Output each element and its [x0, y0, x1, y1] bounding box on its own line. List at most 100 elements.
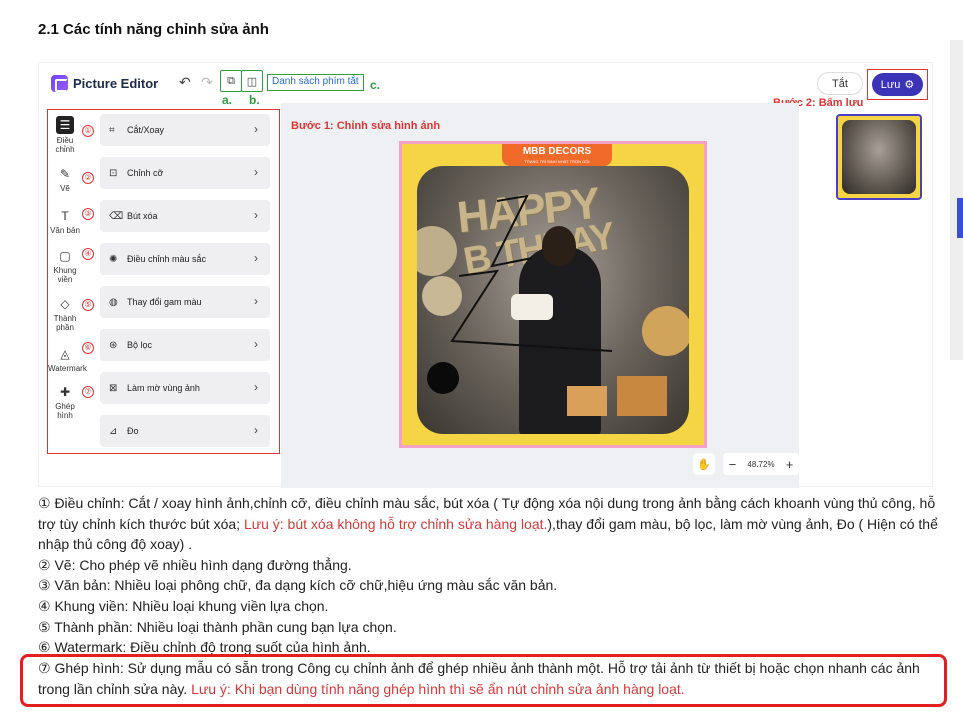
menu-filter[interactable]: ⊛ Bộ lọc › [100, 329, 270, 361]
scroll-marker [957, 198, 963, 238]
tool-rail: ☰ Điều chỉnh ✎ Vẽ T Văn bản ▢ Khung viền… [48, 110, 87, 453]
rail-label: Khung viền [53, 266, 77, 284]
rail-label: Điều chỉnh [55, 136, 75, 154]
hand-tool-icon[interactable]: ✋ [693, 453, 715, 475]
desc-item-6: ⑥ Watermark: Điều chỉnh độ trong suốt củ… [38, 639, 371, 656]
watermark-icon: ◬ [60, 347, 70, 361]
rail-item-components[interactable]: ◇ Thành phần [48, 296, 82, 332]
photo-frame[interactable]: MBB DECORS TRANG TRÍ SINH NHẬT TRỌN GÓI … [399, 141, 707, 448]
desc-item-7: ⑦ Ghép hình: Sử dụng mẫu có sẵn trong Cô… [38, 658, 934, 699]
rail-item-text[interactable]: T Văn bản [48, 208, 82, 235]
menu-label: Chỉnh cỡ [127, 168, 164, 178]
badge-1: ① [82, 125, 94, 137]
thumbnail-image [842, 120, 916, 194]
banner-title: MBB DECORS [522, 146, 592, 157]
text-icon: T [61, 209, 69, 223]
menu-crop-rotate[interactable]: ⌗ Cắt/Xoay › [100, 114, 270, 146]
menu-measure[interactable]: ⊿ Đo › [100, 415, 270, 447]
desc-item-3: ③ Văn bản: Nhiều loại phông chữ, đa dạng… [38, 577, 558, 594]
gear-icon: ⚙ [904, 79, 915, 91]
blur-icon: ⊠ [109, 382, 118, 394]
batch-edit-icon[interactable]: ⧉ [220, 70, 242, 92]
menu-color-adjust[interactable]: ✺ Điều chỉnh màu sắc › [100, 243, 270, 275]
rail-item-frame[interactable]: ▢ Khung viền [48, 248, 82, 284]
chevron-right-icon: › [254, 122, 258, 136]
desc-item-5: ⑤ Thành phần: Nhiều loại thành phần cung… [38, 618, 397, 635]
menu-label: Đo [127, 426, 139, 436]
chevron-right-icon: › [254, 165, 258, 179]
zoom-level: 48.72% [747, 459, 775, 469]
annotation-a: a. [222, 93, 233, 107]
page-title: 2.1 Các tính năng chỉnh sửa ảnh [38, 21, 269, 38]
zoom-control: − 48.72% + [723, 453, 799, 475]
eraser-icon: ⌫ [109, 210, 124, 222]
chevron-right-icon: › [254, 423, 258, 437]
tool-panel: ☰ Điều chỉnh ✎ Vẽ T Văn bản ▢ Khung viền… [47, 109, 280, 454]
rail-item-collage[interactable]: ✚ Ghép hình [48, 384, 82, 420]
editor-header: Picture Editor ↶ ↷ ⧉ ◫ a. b. Danh sách p… [39, 63, 932, 109]
menu-eraser[interactable]: ⌫ Bút xóa › [100, 200, 270, 232]
app-logo-icon [51, 75, 68, 92]
desc-item-2: ② Vẽ: Cho phép vẽ nhiều hình dạng đường … [38, 556, 352, 573]
undo-icon[interactable]: ↶ [179, 74, 191, 91]
edited-photo[interactable]: HAPPY B THDAY [417, 166, 689, 434]
menu-label: Điều chỉnh màu sắc [127, 254, 207, 264]
menu-color-tone[interactable]: ◍ Thay đổi gam màu › [100, 286, 270, 318]
desc-warning: Lưu ý: Khi bạn dùng tính năng ghép hình … [191, 680, 685, 697]
menu-label: Bộ lọc [127, 340, 153, 350]
menu-label: Cắt/Xoay [127, 125, 165, 135]
rail-label: Watermark [48, 364, 87, 373]
rail-label: Văn bản [50, 226, 80, 235]
badge-4: ④ [82, 248, 94, 260]
badge-6: ⑥ [82, 342, 94, 354]
chevron-right-icon: › [254, 208, 258, 222]
chevron-right-icon: › [254, 337, 258, 351]
sliders-icon: ☰ [56, 116, 74, 134]
compare-icon[interactable]: ◫ [241, 70, 263, 92]
chevron-right-icon: › [254, 294, 258, 308]
save-label: Lưu [880, 78, 901, 91]
thumbnail[interactable] [836, 114, 922, 200]
rail-label: Thành phần [53, 314, 77, 332]
save-button[interactable]: Lưu ⚙ [872, 73, 923, 96]
crop-icon: ⌗ [109, 124, 115, 136]
zoom-out-button[interactable]: − [729, 457, 737, 472]
save-highlight: Lưu ⚙ [867, 69, 928, 100]
menu-blur[interactable]: ⊠ Làm mờ vùng ảnh › [100, 372, 270, 404]
menu-label: Làm mờ vùng ảnh [127, 383, 200, 393]
rail-item-adjust[interactable]: ☰ Điều chỉnh [48, 116, 82, 154]
frame-icon: ▢ [59, 249, 71, 263]
pen-icon: ✎ [59, 167, 71, 181]
app-brand: Picture Editor [73, 76, 159, 91]
feature-description: ① Điều chỉnh: Cắt / xoay hình ảnh,chỉnh … [38, 493, 938, 655]
chevron-right-icon: › [254, 380, 258, 394]
rail-item-watermark[interactable]: ◬ Watermark [48, 346, 87, 373]
rail-item-draw[interactable]: ✎ Vẽ [48, 166, 82, 193]
desc-item-1: ① Điều chỉnh: Cắt / xoay hình ảnh,chỉnh … [38, 493, 938, 555]
annotation-c: c. [370, 78, 381, 92]
chevron-right-icon: › [254, 251, 258, 265]
filter-icon: ⊛ [109, 339, 118, 351]
resize-icon: ⊡ [109, 167, 118, 179]
editor-screenshot: Picture Editor ↶ ↷ ⧉ ◫ a. b. Danh sách p… [38, 62, 933, 488]
banner-subtitle: TRANG TRÍ SINH NHẬT TRỌN GÓI [524, 159, 590, 164]
badge-3: ③ [82, 208, 94, 220]
rail-label: Vẽ [60, 184, 70, 193]
redo-icon[interactable]: ↷ [201, 74, 213, 91]
ruler-icon: ⊿ [109, 425, 118, 437]
zoom-in-button[interactable]: + [786, 457, 794, 472]
badge-5: ⑤ [82, 299, 94, 311]
menu-resize[interactable]: ⊡ Chỉnh cỡ › [100, 157, 270, 189]
badge-7: ⑦ [82, 386, 94, 398]
color-adjust-icon: ✺ [109, 253, 118, 265]
menu-label: Bút xóa [127, 211, 158, 221]
desc-item-4: ④ Khung viền: Nhiều loại khung viền lựa … [38, 597, 329, 614]
shortcuts-button[interactable]: Danh sách phím tắt [267, 74, 364, 91]
shapes-icon: ◇ [60, 297, 70, 311]
annotation-b: b. [249, 93, 260, 107]
exit-button[interactable]: Tắt [817, 72, 863, 95]
step1-annotation: Bước 1: Chỉnh sửa hình ảnh [291, 120, 441, 132]
decor-banner: MBB DECORS TRANG TRÍ SINH NHẬT TRỌN GÓI [502, 144, 612, 166]
menu-label: Thay đổi gam màu [127, 297, 202, 307]
desc-warning: Lưu ý: bút xóa không hỗ trợ chỉnh sửa hà… [243, 515, 548, 532]
